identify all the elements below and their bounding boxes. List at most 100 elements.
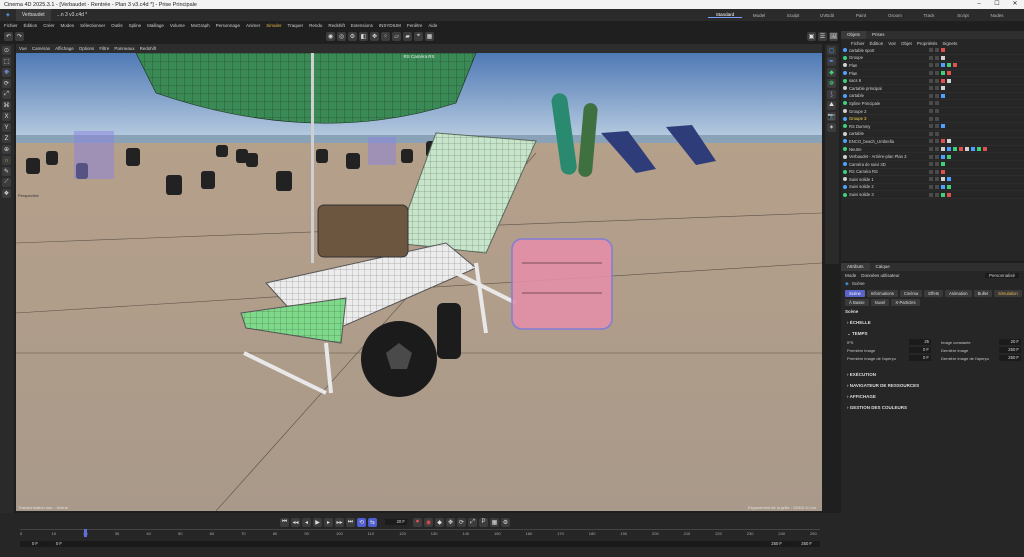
viewport-menu-item[interactable]: Panneaux	[114, 46, 134, 51]
tab-attributes[interactable]: Attributs	[841, 263, 870, 271]
pill-cinema[interactable]: Cinéma	[899, 290, 923, 297]
tag-icon[interactable]	[947, 71, 951, 76]
tag-icon[interactable]	[947, 78, 951, 83]
paint-icon[interactable]: ❖	[2, 189, 11, 198]
timeline-ruler[interactable]	[20, 529, 820, 537]
tag-icon[interactable]	[947, 139, 951, 144]
visibility-toggle[interactable]	[929, 55, 933, 60]
group-execution[interactable]: › EXÉCUTION	[841, 369, 1024, 380]
visibility-toggle[interactable]	[929, 169, 933, 174]
object-row[interactable]: Groupe	[843, 55, 1024, 63]
visibility-toggle[interactable]	[929, 86, 933, 91]
preview-last-field[interactable]: 250 F	[999, 355, 1021, 361]
render-toggle[interactable]	[935, 154, 939, 159]
visibility-toggle[interactable]	[929, 71, 933, 76]
render-toggle[interactable]	[935, 109, 939, 114]
object-row[interactable]: Spline Principale	[843, 100, 1024, 108]
layout-uvedit[interactable]: UVEdit	[810, 13, 844, 18]
tag-icon[interactable]	[947, 154, 951, 159]
scale-key-icon[interactable]: ⤢	[468, 517, 477, 527]
render-queue-icon[interactable]: ☰	[818, 32, 827, 41]
render-toggle[interactable]	[935, 169, 939, 174]
layout-model[interactable]: Model	[742, 13, 776, 18]
visibility-toggle[interactable]	[929, 63, 933, 68]
visibility-toggle[interactable]	[929, 184, 933, 189]
tag-icon[interactable]	[941, 86, 945, 91]
visibility-toggle[interactable]	[929, 192, 933, 197]
render-region-icon[interactable]: ▣	[807, 32, 816, 41]
render-view-icon[interactable]: ◎	[337, 32, 346, 41]
menu-item[interactable]: Sélectionner	[80, 23, 105, 28]
tab-objects[interactable]: Objets	[841, 31, 867, 39]
render-toggle[interactable]	[935, 55, 939, 60]
object-row[interactable]: Verbaudet - Arrière-plan Plan 3	[843, 153, 1024, 161]
render-toggle[interactable]	[935, 116, 939, 121]
tag-icon[interactable]	[947, 184, 951, 189]
pill-xparticles[interactable]: X-Particles	[891, 299, 920, 306]
object-row[interactable]: RS Dummy	[843, 123, 1024, 131]
tag-icon[interactable]	[947, 192, 951, 197]
tag-icon[interactable]	[941, 93, 945, 98]
layout-track[interactable]: Track	[912, 13, 946, 18]
pill-scene[interactable]: Scène	[845, 290, 865, 297]
render-icon[interactable]: ◉	[326, 32, 335, 41]
minimize-button[interactable]: –	[970, 0, 988, 9]
render-toggle[interactable]	[935, 124, 939, 129]
doc-tab-0[interactable]: Verbaudet	[15, 9, 51, 21]
tag-icon[interactable]	[965, 147, 969, 152]
subdivision-icon[interactable]: ◆	[827, 68, 836, 77]
environment-icon[interactable]: ⛰	[827, 101, 836, 110]
live-select-icon[interactable]: ⬚	[2, 57, 11, 66]
axis-lock-y-icon[interactable]: Y	[2, 123, 11, 132]
om-menu-item[interactable]: Édition	[870, 41, 884, 46]
tag-icon[interactable]	[941, 162, 945, 167]
pen-icon[interactable]: ✒	[827, 57, 836, 66]
tag-icon[interactable]	[947, 147, 951, 152]
om-menu-item[interactable]: Objet	[901, 41, 912, 46]
tag-icon[interactable]	[941, 71, 945, 76]
menu-item[interactable]: Rendu	[309, 23, 322, 28]
end-field-a[interactable]: 250 F	[760, 541, 784, 547]
magnet-icon[interactable]: ∩	[2, 156, 11, 165]
menu-item[interactable]: Traquer	[287, 23, 303, 28]
layout-standard[interactable]: Standard	[708, 12, 742, 18]
layout-paint[interactable]: Paint	[844, 13, 878, 18]
object-row[interactable]: ENCO_beach_Umbrella	[843, 138, 1024, 146]
om-menu-item[interactable]: Signets	[942, 41, 957, 46]
object-row[interactable]: Suivi solide 1	[843, 176, 1024, 184]
tag-icon[interactable]	[941, 169, 945, 174]
render-toggle[interactable]	[935, 147, 939, 152]
om-menu-item[interactable]: Propriétés	[917, 41, 938, 46]
menu-item[interactable]: Aide	[428, 23, 437, 28]
menu-item[interactable]: Spline	[129, 23, 142, 28]
menu-item[interactable]: Modes	[61, 23, 75, 28]
menu-item[interactable]: Extensions	[351, 23, 373, 28]
group-asset-browser[interactable]: › NAVIGATEUR DE RESSOURCES	[841, 380, 1024, 391]
render-toggle[interactable]	[935, 192, 939, 197]
record-icon[interactable]: ⏺	[413, 517, 422, 527]
visibility-toggle[interactable]	[929, 177, 933, 182]
duration-field[interactable]: 20 F	[999, 339, 1021, 345]
snap-icon[interactable]: ⌖	[414, 32, 423, 41]
object-row[interactable]: Suivi solide 3	[843, 191, 1024, 199]
move-key-icon[interactable]: ✥	[446, 517, 455, 527]
tag-icon[interactable]	[953, 63, 957, 68]
timeline-range-bar[interactable]	[20, 541, 820, 547]
tag-icon[interactable]	[941, 139, 945, 144]
keyframe-icon[interactable]: ◆	[435, 517, 444, 527]
group-echelle[interactable]: › ÉCHELLE	[841, 317, 1024, 328]
play-icon[interactable]: ▶	[313, 517, 322, 527]
tag-icon[interactable]	[941, 154, 945, 159]
render-toggle[interactable]	[935, 162, 939, 167]
visibility-toggle[interactable]	[929, 147, 933, 152]
doc-tab-1[interactable]: ...n 3 v3.c4d *	[51, 9, 94, 21]
axis-lock-z-icon[interactable]: Z	[2, 134, 11, 143]
object-row[interactable]: Groupe 3	[843, 115, 1024, 123]
range-icon[interactable]: ⇆	[368, 517, 377, 527]
object-row[interactable]: Plan	[843, 70, 1024, 78]
object-row[interactable]: Groupe 2	[843, 108, 1024, 116]
knife-icon[interactable]: ⟋	[2, 178, 11, 187]
render-toggle[interactable]	[935, 93, 939, 98]
object-row[interactable]: cartable	[843, 131, 1024, 139]
object-row[interactable]: Cartable principal	[843, 85, 1024, 93]
